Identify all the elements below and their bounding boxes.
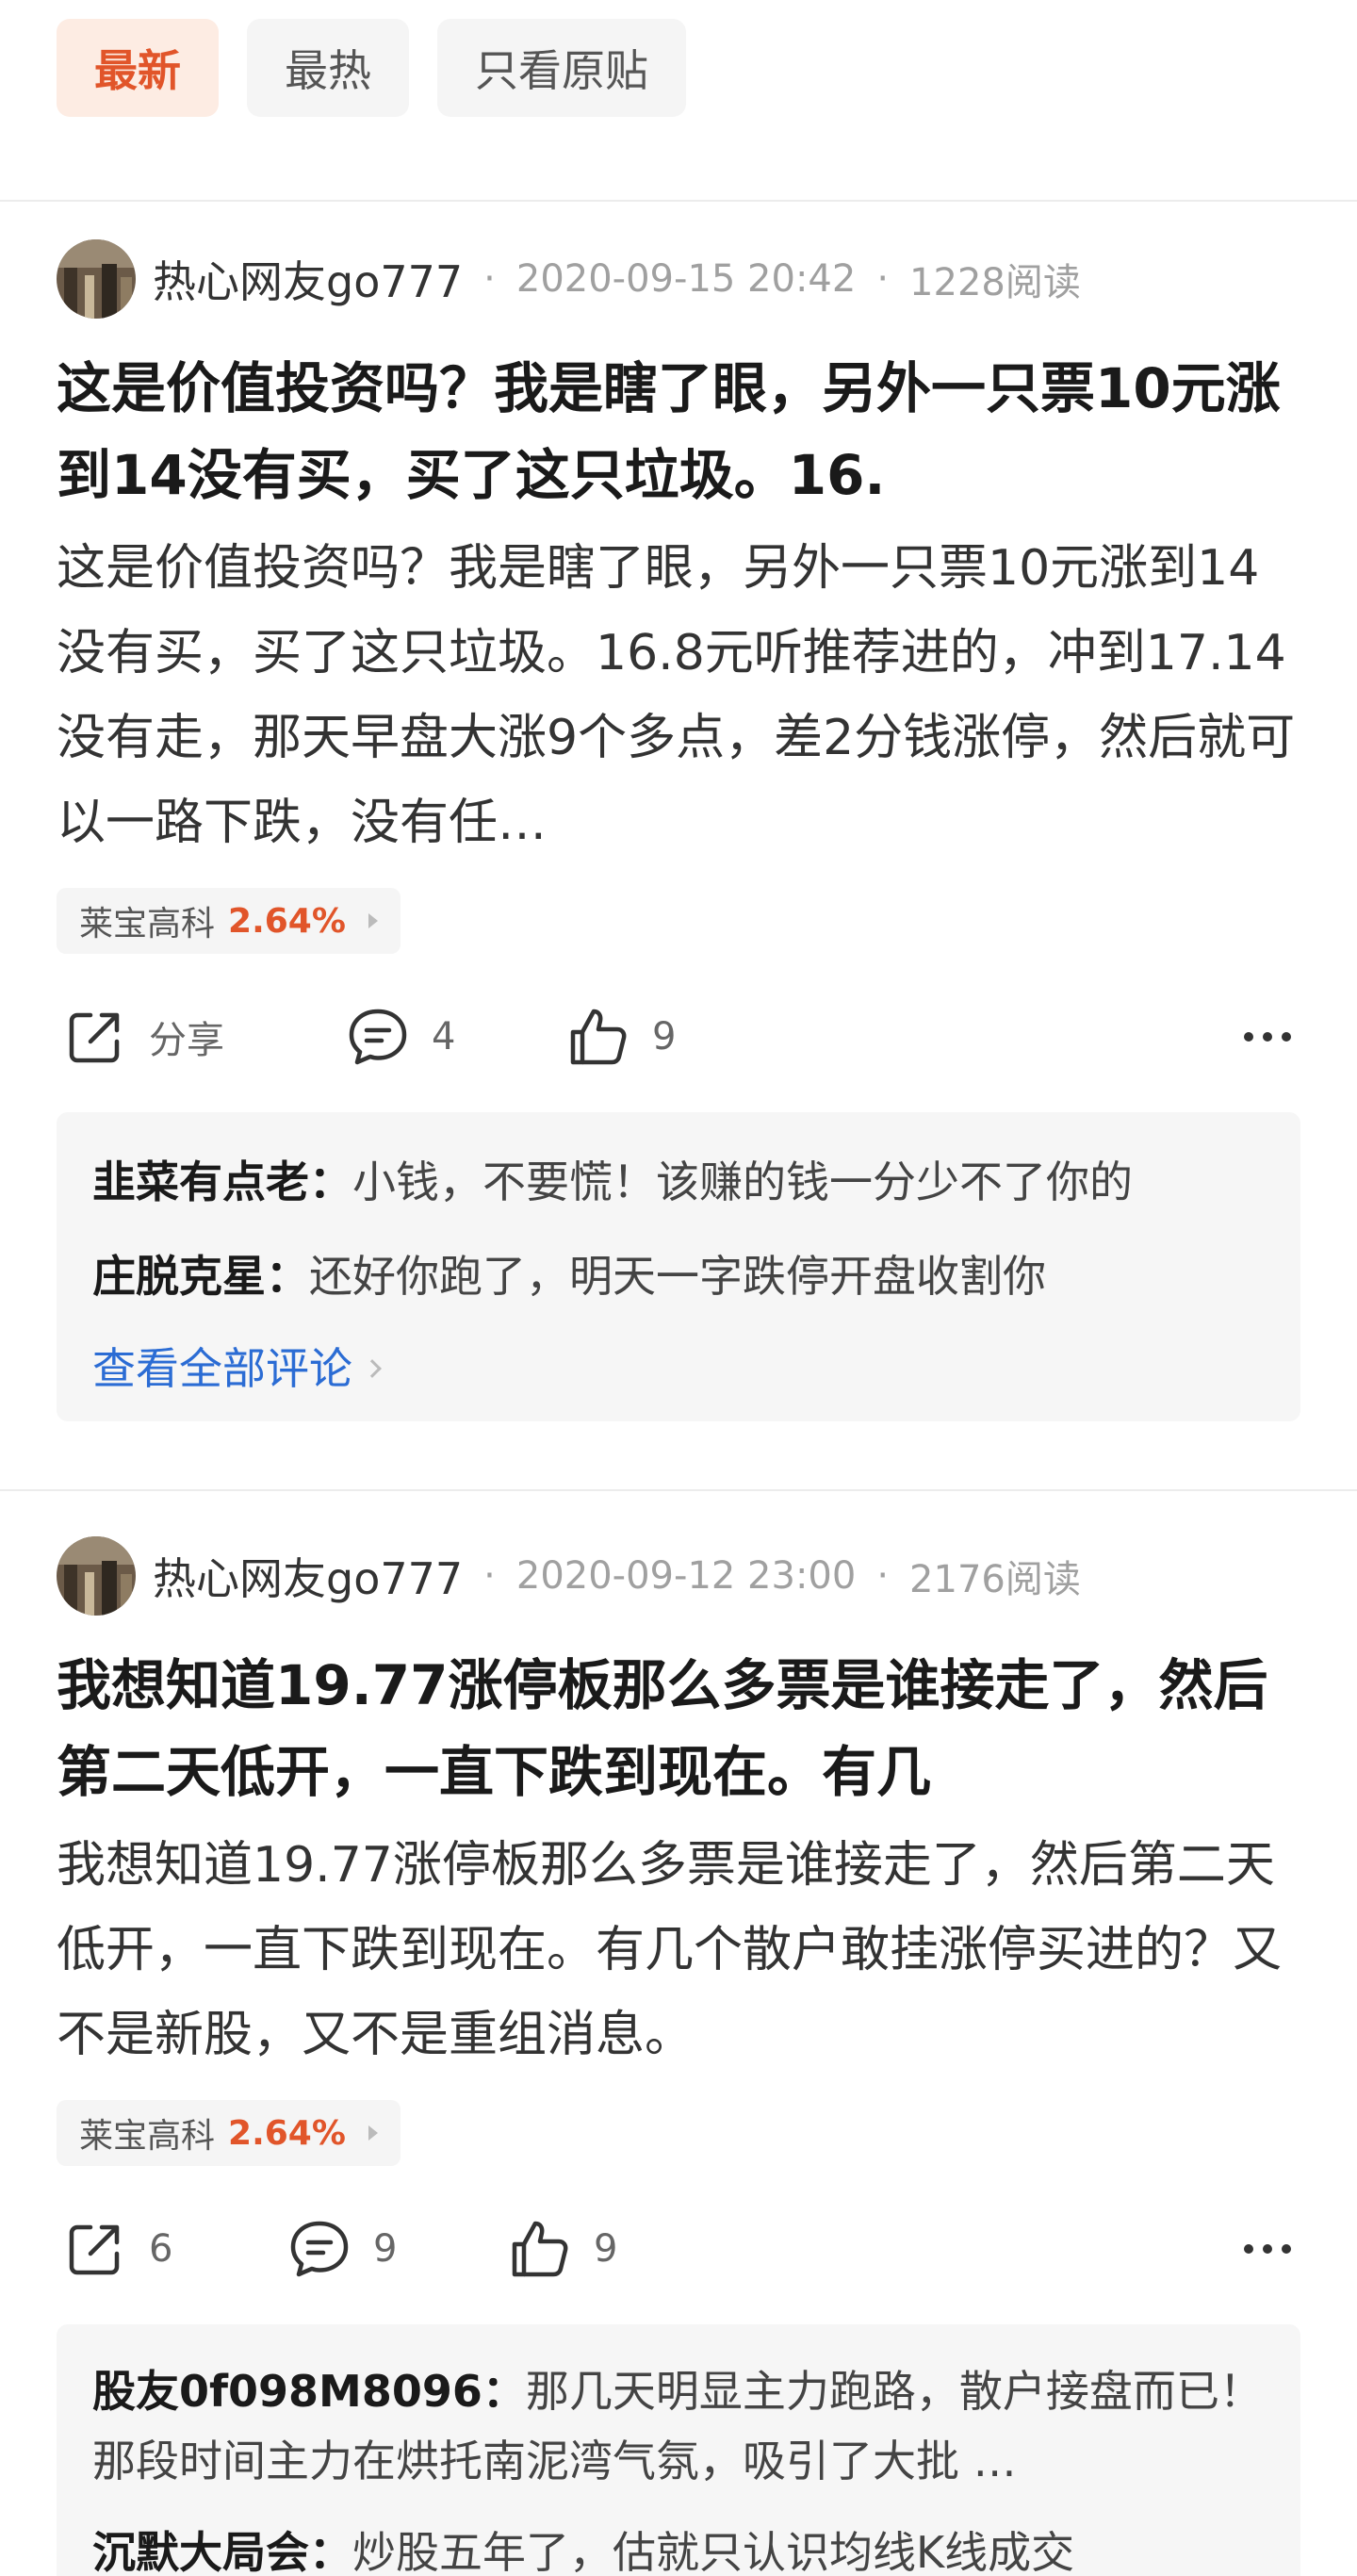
comment-preview: 股友0f098M8096：那几天明显主力跑路，散户接盘而已！那段时间主力在烘托南…: [57, 2324, 1300, 2576]
thumbs-up-icon: [512, 2221, 568, 2277]
comment-count: 4: [432, 1015, 456, 1058]
tab-latest[interactable]: 最新: [57, 19, 219, 117]
like-count: 9: [652, 1015, 677, 1058]
section-divider: [0, 1489, 1357, 1491]
comment-item[interactable]: 股友0f098M8096：那几天明显主力跑路，散户接盘而已！那段时间主力在烘托南…: [92, 2347, 1265, 2505]
chevron-right-icon: [363, 1359, 382, 1378]
more-button[interactable]: [1244, 2211, 1291, 2287]
post-title[interactable]: 这是价值投资吗？我是瞎了眼，另外一只票10元涨到14没有买，买了这只垃圾。16.: [57, 345, 1300, 518]
view-all-label: 查看全部评论: [92, 1343, 352, 1394]
author-name[interactable]: 热心网友go777: [153, 1545, 463, 1607]
view-all-comments-link[interactable]: 查看全部评论: [92, 1323, 1265, 1414]
comment-count: 9: [373, 2227, 398, 2271]
read-count: 2176阅读: [909, 1558, 1081, 1601]
comment-text: 小钱，不要慌！该赚的钱一分少不了你的: [352, 1157, 1133, 1207]
post-time: 2020-09-15 20:42: [515, 257, 857, 301]
comment-item[interactable]: 韭菜有点老：小钱，不要慌！该赚的钱一分少不了你的: [92, 1135, 1265, 1229]
play-arrow-icon: [368, 2125, 378, 2141]
more-dot-icon: [1263, 1032, 1272, 1042]
comment-item[interactable]: 庄脱克星：还好你跑了，明天一字跌停开盘收割你: [92, 1229, 1265, 1323]
comment-button[interactable]: 9: [286, 2211, 397, 2287]
stock-tag[interactable]: 莱宝高科 2.64%: [57, 2100, 401, 2166]
like-button[interactable]: 9: [565, 999, 676, 1075]
share-count: 6: [149, 2227, 173, 2271]
stock-change: 2.64%: [228, 901, 346, 941]
stock-name: 莱宝高科: [79, 905, 216, 943]
share-icon: [69, 1012, 120, 1063]
action-bar: 分享 4 9: [57, 999, 1300, 1075]
section-divider: [0, 200, 1357, 202]
more-dot-icon: [1244, 2244, 1253, 2254]
avatar[interactable]: [57, 1536, 136, 1616]
comment-user[interactable]: 股友0f098M8096: [92, 2366, 482, 2417]
tab-original-only[interactable]: 只看原贴: [437, 19, 686, 117]
stock-change: 2.64%: [228, 2113, 346, 2153]
avatar[interactable]: [57, 239, 136, 319]
play-arrow-icon: [368, 913, 378, 928]
comment-icon: [349, 1009, 407, 1065]
more-dot-icon: [1244, 1032, 1253, 1042]
comment-text: 炒股五年了，估就只认识均线K线成交: [352, 2527, 1075, 2576]
post-time: 2020-09-12 23:00: [515, 1554, 857, 1598]
post-body[interactable]: 我想知道19.77涨停板那么多票是谁接走了，然后第二天低开，一直下跌到现在。有几…: [57, 1823, 1300, 2077]
sort-tabs: 最新 最热 只看原贴: [57, 19, 686, 117]
share-label: 分享: [149, 1019, 224, 1062]
author-name[interactable]: 热心网友go777: [153, 248, 463, 310]
separator-dot: ·: [483, 1554, 496, 1598]
separator-dot: ·: [876, 257, 890, 301]
comment-button[interactable]: 4: [345, 999, 455, 1075]
comment-user[interactable]: 沉默大局会: [92, 2527, 309, 2576]
author-row: 热心网友go777 · 2020-09-15 20:42 · 1228阅读: [57, 239, 1300, 319]
more-dot-icon: [1282, 2244, 1291, 2254]
action-bar: 6 9 9: [57, 2211, 1300, 2287]
tab-hottest[interactable]: 最热: [247, 19, 409, 117]
comment-preview: 韭菜有点老：小钱，不要慌！该赚的钱一分少不了你的 庄脱克星：还好你跑了，明天一字…: [57, 1112, 1300, 1421]
post-card[interactable]: 热心网友go777 · 2020-09-15 20:42 · 1228阅读 这是…: [57, 239, 1300, 1421]
post-card[interactable]: 热心网友go777 · 2020-09-12 23:00 · 2176阅读 我想…: [57, 1536, 1300, 2576]
separator-dot: ·: [483, 257, 496, 301]
comment-user[interactable]: 庄脱克星: [92, 1251, 266, 1302]
share-button[interactable]: 6: [62, 2211, 172, 2287]
separator-dot: ·: [876, 1554, 890, 1598]
more-button[interactable]: [1244, 999, 1291, 1075]
post-body[interactable]: 这是价值投资吗？我是瞎了眼，另外一只票10元涨到14没有买，买了这只垃圾。16.…: [57, 526, 1300, 865]
share-button[interactable]: 分享: [62, 999, 224, 1075]
more-dot-icon: [1263, 2244, 1272, 2254]
more-dot-icon: [1282, 1032, 1291, 1042]
comment-item[interactable]: 沉默大局会：炒股五年了，估就只认识均线K线成交: [92, 2505, 1265, 2576]
stock-tag[interactable]: 莱宝高科 2.64%: [57, 888, 401, 954]
thumbs-up-icon: [570, 1009, 627, 1065]
post-title[interactable]: 我想知道19.77涨停板那么多票是谁接走了，然后第二天低开，一直下跌到现在。有几: [57, 1642, 1300, 1815]
read-count: 1228阅读: [909, 261, 1081, 304]
like-button[interactable]: 9: [507, 2211, 617, 2287]
like-count: 9: [594, 2227, 618, 2271]
comment-icon: [290, 2221, 349, 2277]
share-icon: [69, 2224, 120, 2275]
author-row: 热心网友go777 · 2020-09-12 23:00 · 2176阅读: [57, 1536, 1300, 1616]
comment-text: 还好你跑了，明天一字跌停开盘收割你: [309, 1251, 1046, 1302]
stock-name: 莱宝高科: [79, 2117, 216, 2156]
comment-user[interactable]: 韭菜有点老: [92, 1157, 309, 1207]
